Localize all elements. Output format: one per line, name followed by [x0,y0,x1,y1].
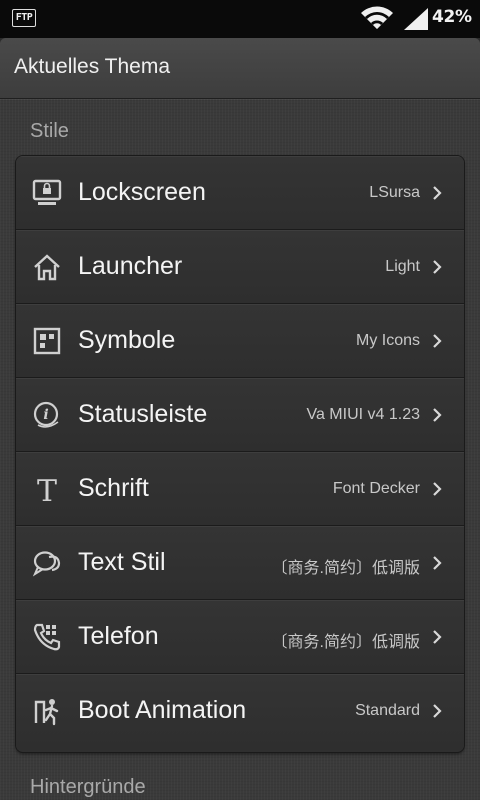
list-item-symbols[interactable]: Symbole My Icons [16,304,464,378]
list-item-launcher[interactable]: Launcher Light [16,230,464,304]
icons-grid-icon [32,326,62,356]
chevron-right-icon [433,556,442,570]
wifi-icon [361,6,393,29]
list-item-font[interactable]: T Schrift Font Decker [16,452,464,526]
lockscreen-icon [32,178,62,208]
list-item-label: Statusleiste [78,400,208,428]
list-item-text-style[interactable]: Text Stil 〔商务.简约〕低调版 [16,526,464,600]
list-item-label: Lockscreen [78,178,206,206]
chevron-right-icon [433,704,442,718]
list-item-value: LSursa [369,184,420,201]
speech-bubble-icon [32,548,62,578]
list-item-label: Launcher [78,252,183,280]
list-item-phone[interactable]: Telefon 〔商务.简约〕低调版 [16,600,464,674]
list-item-statusbar[interactable]: i Statusleiste Va MIUI v4 1.23 [16,378,464,452]
list-item-value: Va MIUI v4 1.23 [306,406,420,423]
list-item-value: Light [385,258,420,275]
list-item-label: Schrift [78,474,149,502]
svg-text:i: i [43,407,48,423]
ftp-notification-icon[interactable]: FTP [12,9,36,27]
chevron-right-icon [433,408,442,422]
home-icon [32,252,62,282]
signal-icon [404,8,428,30]
list-item-label: Text Stil [78,548,166,576]
list-item-value: Font Decker [332,480,420,497]
list-item-boot-animation[interactable]: Boot Animation Standard [16,674,464,750]
boot-icon [32,696,62,726]
theme-window: Aktuelles Thema Stile Lockscreen LSursa [0,38,480,800]
list-item-label: Boot Animation [78,696,247,724]
list-item-value: Standard [355,702,420,719]
status-bar: FTP 42% [0,0,480,38]
chevron-right-icon [433,482,442,496]
section-label-backgrounds: Hintergründe [30,776,146,798]
chevron-right-icon [433,630,442,644]
svg-text:T: T [37,474,57,504]
chevron-right-icon [433,186,442,200]
section-label-styles: Stile [30,120,69,142]
battery-level: 42% [432,7,472,27]
page-title: Aktuelles Thema [14,55,171,78]
list-item-value: 〔商务.简约〕低调版 [271,560,420,577]
chevron-right-icon [433,334,442,348]
list-item-label: Symbole [78,326,176,354]
chevron-right-icon [433,260,442,274]
list-item-value: 〔商务.简约〕低调版 [271,634,420,651]
list-item-value: My Icons [355,332,420,349]
list-item-lockscreen[interactable]: Lockscreen LSursa [16,156,464,230]
info-icon: i [32,400,62,430]
font-icon: T [32,474,62,504]
styles-list: Lockscreen LSursa Launcher Light Symbole… [16,156,464,752]
list-item-label: Telefon [78,622,159,650]
title-bar: Aktuelles Thema [0,38,480,99]
phone-icon [32,622,62,652]
